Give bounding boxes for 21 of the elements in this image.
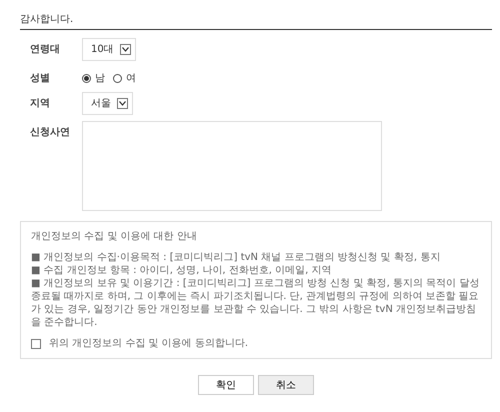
radio-label: 남	[95, 72, 105, 86]
field-label: 성별	[29, 72, 51, 86]
caret-icon	[117, 98, 128, 109]
confirm-button[interactable]: 확인	[198, 375, 254, 395]
notice-title: 개인정보의 수집 및 이용에 대한 안내	[31, 230, 198, 243]
radio-label: 여	[126, 72, 136, 86]
notice-text: ■ 수집 개인정보 항목 : 아이디, 성명, 나이, 전화번호, 이메일, 지역	[31, 264, 332, 277]
agree-checkbox[interactable]	[31, 338, 41, 348]
select-field[interactable]: 서울	[82, 92, 133, 115]
notice-text: ■ 개인정보의 수집·이용목적 : [코미디빅리그] tvN 채널 프로그램의 방청신청 및 확정, 통지	[31, 251, 442, 264]
agree-label: 위의 개인정보의 수집 및 이용에 동의합니다.	[49, 337, 248, 350]
radio-button[interactable]	[113, 74, 122, 83]
select-field[interactable]: 10대	[82, 38, 136, 61]
caret-icon	[120, 44, 131, 55]
field-label: 연령대	[29, 43, 61, 57]
notice-text: ■ 개인정보의 보유 및 이용기간 : [코미디빅리그] 프로그램의 방청 신청 및 확정, 통지의 목적이 달성 종료될 때까지로 하며, 그 이후에는 즉시 파기조치됩니다. 단, 관계법령의 규정에 의하여 보존할 필요가 있는 경우, 일정기간 동안 개인정보를 보관할 수 있습니다. 그 밖의 사항은 tvN 개인정보취급방침을 준수합니다.	[31, 277, 480, 329]
field-label: 신청사연	[29, 126, 71, 140]
radio-button[interactable]	[82, 74, 91, 83]
field-label: 지역	[29, 97, 51, 111]
page-heading: 감사합니다.	[20, 12, 492, 30]
cancel-button[interactable]: 취소	[258, 375, 314, 395]
